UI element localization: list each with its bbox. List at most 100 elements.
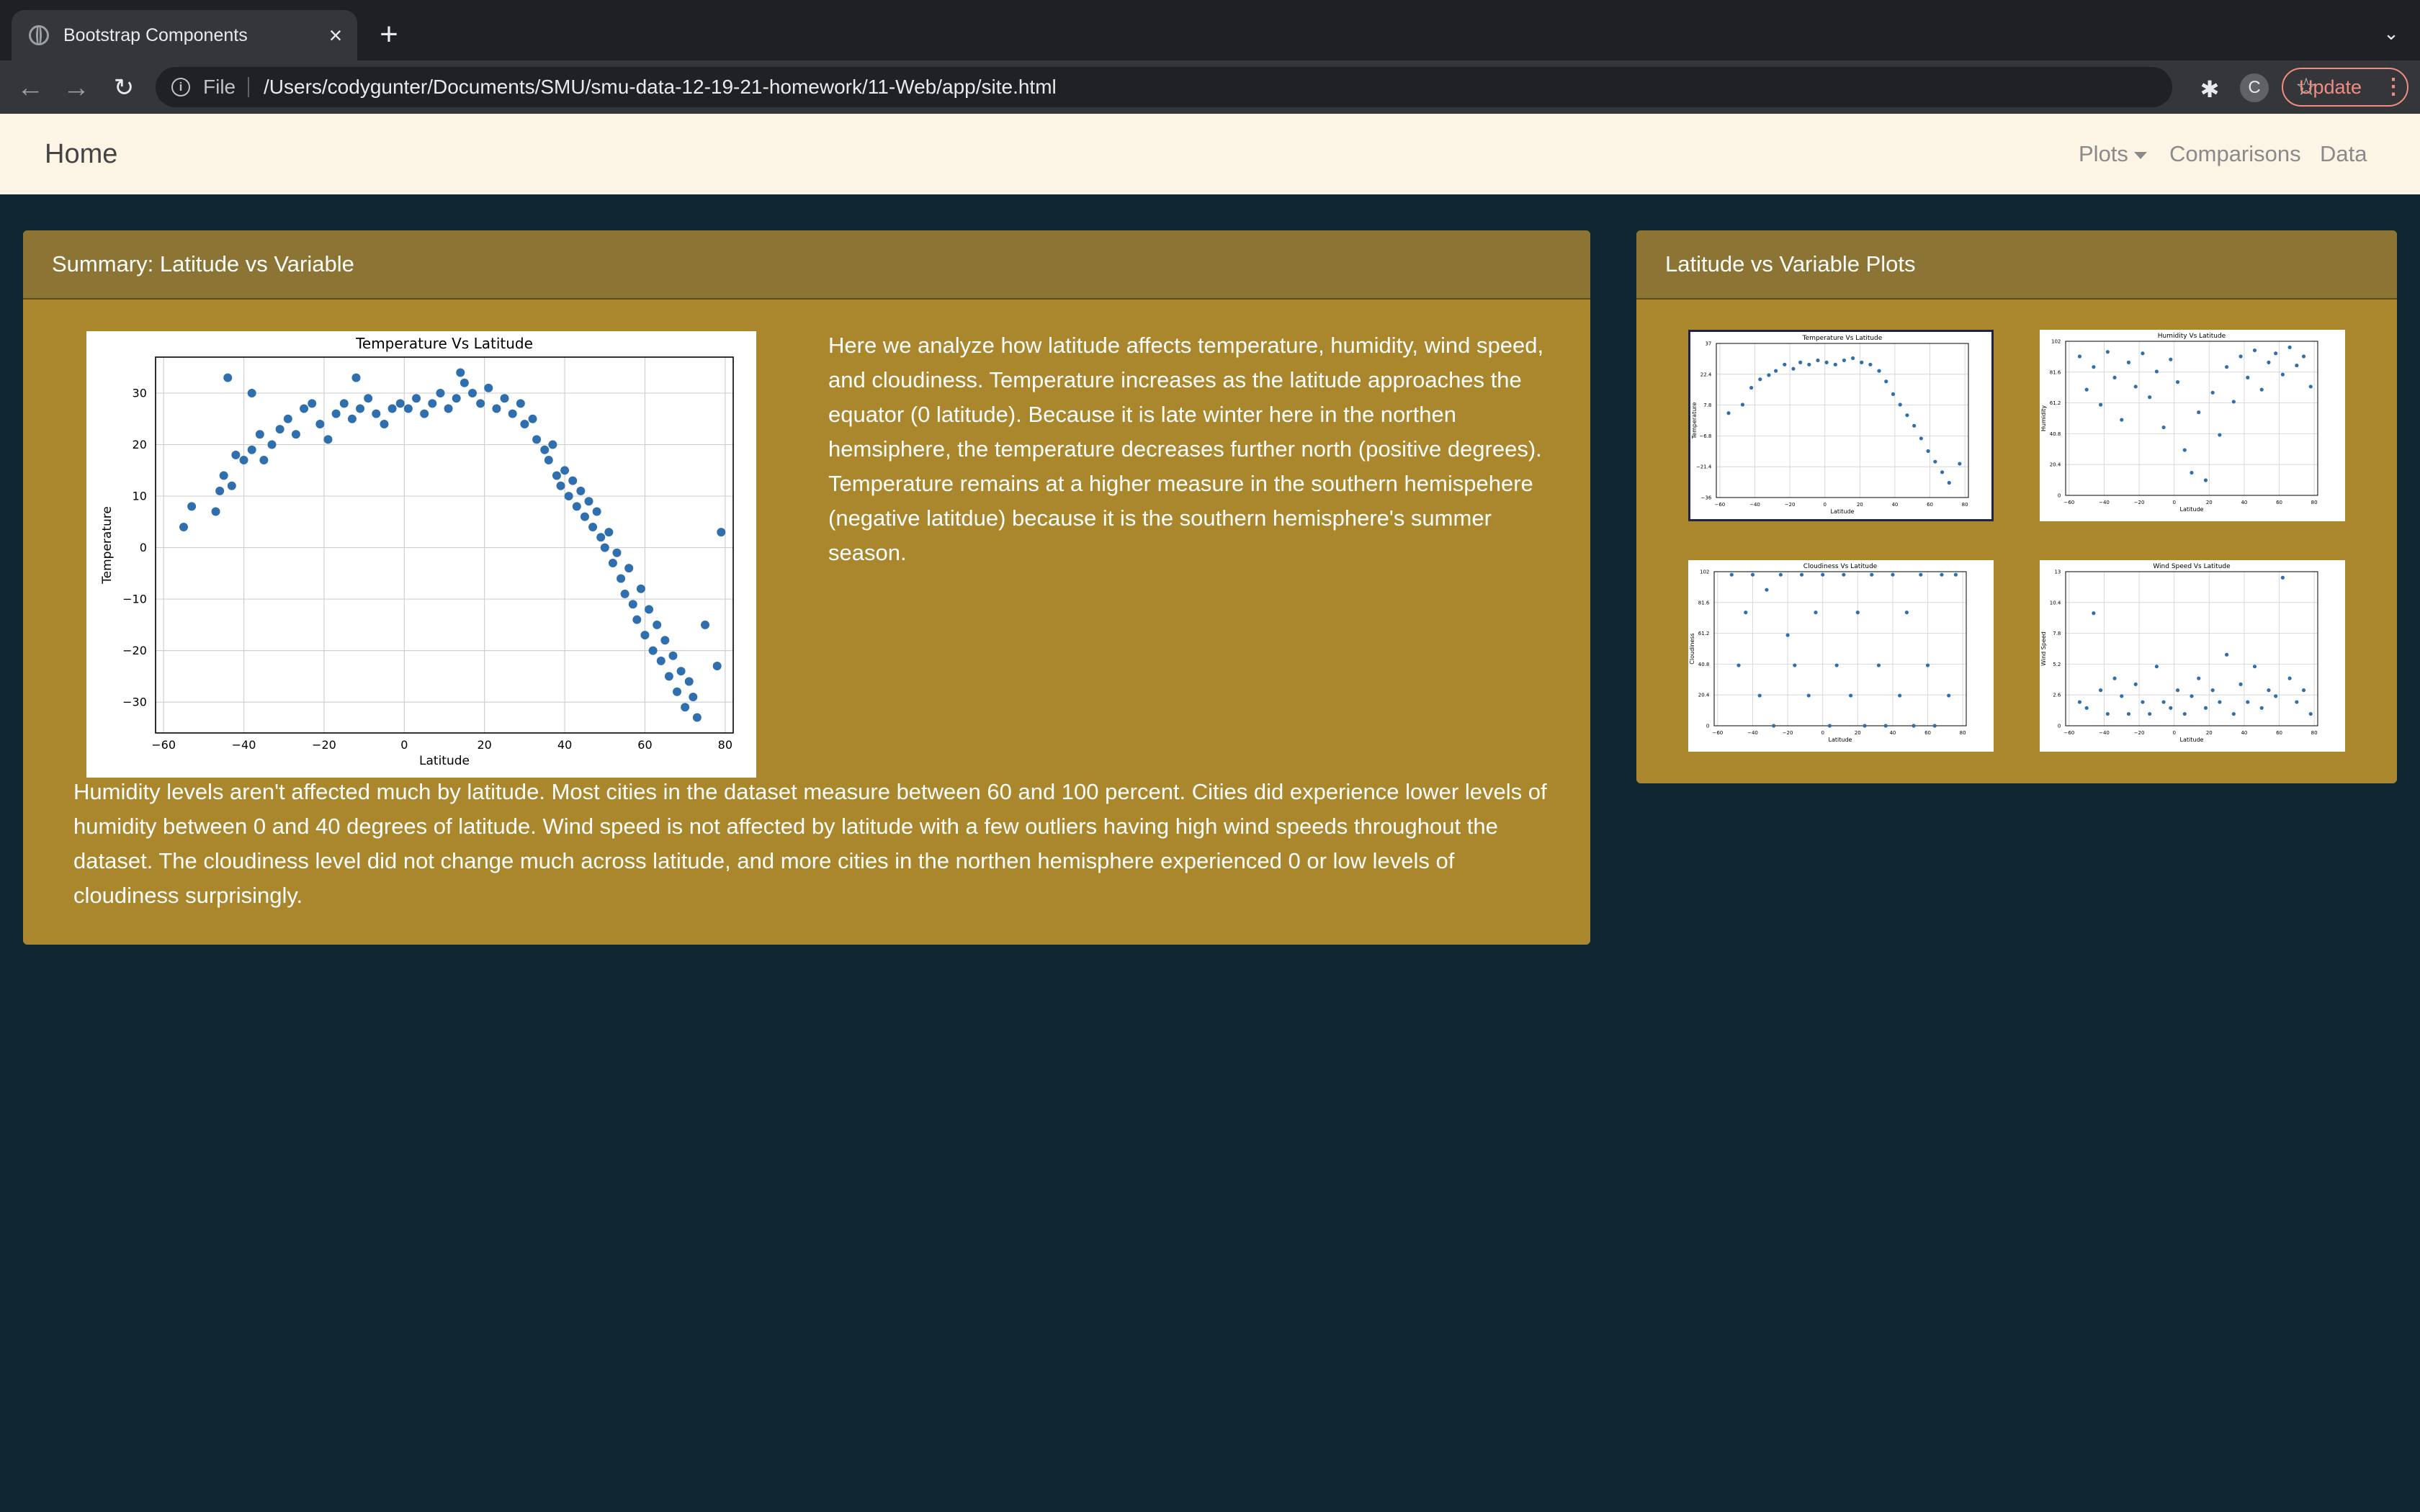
y-axis-label: Cloudiness: [1689, 633, 1695, 664]
x-axis-label: Latitude: [1831, 508, 1855, 515]
x-tick-label: 40: [557, 738, 572, 752]
data-point: [323, 435, 333, 444]
thumbnail-cloudiness[interactable]: Cloudiness Vs Latitude −60 −40 −20 0 20 40 60 80…: [1688, 560, 1994, 752]
plot-frame: [1713, 571, 1967, 726]
x-tick-label: 20: [478, 738, 492, 752]
data-point: [2203, 478, 2208, 482]
y-tick-label: 10: [133, 490, 147, 503]
data-point: [1891, 572, 1895, 577]
y-tick-label: 2.6: [2053, 693, 2061, 698]
data-point: [456, 368, 465, 377]
thumbnail-temperature[interactable]: Temperature Vs Latitude −60 −40 −20 0 20 40 60 8…: [1688, 330, 1994, 521]
close-icon[interactable]: ×: [321, 21, 350, 50]
data-point: [1877, 369, 1881, 373]
nav-link-comparisons[interactable]: Comparisons: [2169, 114, 2301, 194]
data-point: [1807, 362, 1811, 366]
reload-icon[interactable]: ↻: [105, 69, 143, 107]
extensions-puzzle-icon[interactable]: ✱: [2195, 75, 2224, 104]
thumbnail-wind-speed[interactable]: Wind Speed Vs Latitude −60 −40 −20 0 20 40 60 80…: [2040, 560, 2345, 752]
data-point: [1919, 572, 1923, 577]
data-point: [2133, 682, 2138, 686]
data-point: [2154, 665, 2159, 669]
data-point: [1898, 693, 1902, 698]
plot-frame: [1716, 343, 1969, 498]
x-tick-label: −60: [1714, 502, 1725, 508]
data-point: [331, 409, 341, 418]
data-point: [1855, 611, 1860, 615]
new-tab-icon[interactable]: +: [372, 17, 406, 52]
data-point: [2259, 706, 2264, 710]
profile-avatar[interactable]: C: [2240, 73, 2269, 102]
data-point: [2084, 387, 2089, 392]
data-point: [624, 564, 634, 573]
data-point: [247, 445, 256, 454]
data-point: [2120, 694, 2124, 698]
data-point: [2084, 706, 2089, 710]
data-point: [2077, 354, 2082, 359]
data-point: [2105, 350, 2110, 354]
x-tick-label: −20: [312, 738, 336, 752]
data-point: [612, 548, 622, 557]
data-point: [2126, 711, 2131, 716]
data-point: [712, 662, 722, 671]
thumbnail-humidity[interactable]: Humidity Vs Latitude −60 −40 −20 0 20 40 60 80 0 2…: [2040, 330, 2345, 521]
data-point: [532, 435, 542, 444]
url-text[interactable]: /Users/codygunter/Documents/SMU/smu-data…: [264, 67, 1057, 107]
data-point: [1850, 356, 1855, 361]
data-point: [2308, 384, 2313, 389]
data-point: [2182, 711, 2187, 716]
data-point: [1932, 724, 1937, 728]
data-point: [684, 677, 694, 686]
data-point: [387, 404, 397, 413]
data-point: [1806, 693, 1811, 698]
data-point: [412, 394, 421, 403]
data-point: [1740, 402, 1745, 407]
data-point: [2190, 694, 2194, 698]
update-button[interactable]: Update ⋮: [2282, 68, 2408, 107]
x-tick-label: 40: [2241, 500, 2247, 505]
data-point: [656, 656, 666, 665]
data-point: [1778, 572, 1783, 577]
info-icon[interactable]: i: [171, 78, 190, 96]
data-point: [1940, 470, 1945, 474]
data-point: [1884, 379, 1888, 384]
x-tick-label: 0: [1823, 502, 1826, 508]
kebab-menu-icon[interactable]: ⋮: [2383, 75, 2404, 99]
data-point: [2169, 357, 2173, 361]
x-axis-label: Latitude: [419, 754, 470, 768]
data-point: [2148, 711, 2152, 716]
data-point: [2301, 354, 2306, 359]
browser-tab[interactable]: Bootstrap Components ×: [12, 10, 357, 60]
navbar-brand-home[interactable]: Home: [45, 114, 117, 194]
data-point: [2092, 365, 2096, 369]
data-point: [1774, 369, 1778, 373]
forward-icon[interactable]: →: [58, 69, 95, 107]
data-point: [259, 456, 269, 465]
data-point: [596, 533, 606, 542]
nav-link-plots[interactable]: Plots: [2079, 114, 2147, 194]
data-point: [2246, 375, 2250, 379]
back-icon[interactable]: ←: [12, 69, 49, 107]
data-point: [179, 522, 188, 531]
nav-link-data[interactable]: Data: [2320, 114, 2367, 194]
globe-icon: [29, 25, 49, 45]
data-point: [548, 440, 557, 449]
data-point: [673, 687, 682, 696]
data-point: [1765, 588, 1769, 592]
data-point: [689, 692, 698, 701]
y-tick-label: 5.2: [2053, 662, 2061, 667]
chart-title: Temperature Vs Latitude: [355, 335, 533, 352]
x-tick-label: 60: [637, 738, 652, 752]
address-bar[interactable]: i File /Users/codygunter/Documents/SMU/s…: [156, 67, 2317, 107]
data-point: [1842, 572, 1846, 577]
x-tick-label: −20: [1785, 502, 1796, 508]
data-point: [467, 389, 477, 398]
y-tick-label: −30: [122, 696, 147, 709]
data-point: [660, 636, 670, 645]
data-point: [1863, 724, 1867, 728]
chevron-down-icon[interactable]: ⌄: [2377, 19, 2406, 48]
data-point: [520, 419, 529, 428]
data-point: [604, 528, 614, 537]
data-point: [1860, 360, 1864, 364]
data-point: [1883, 724, 1888, 728]
